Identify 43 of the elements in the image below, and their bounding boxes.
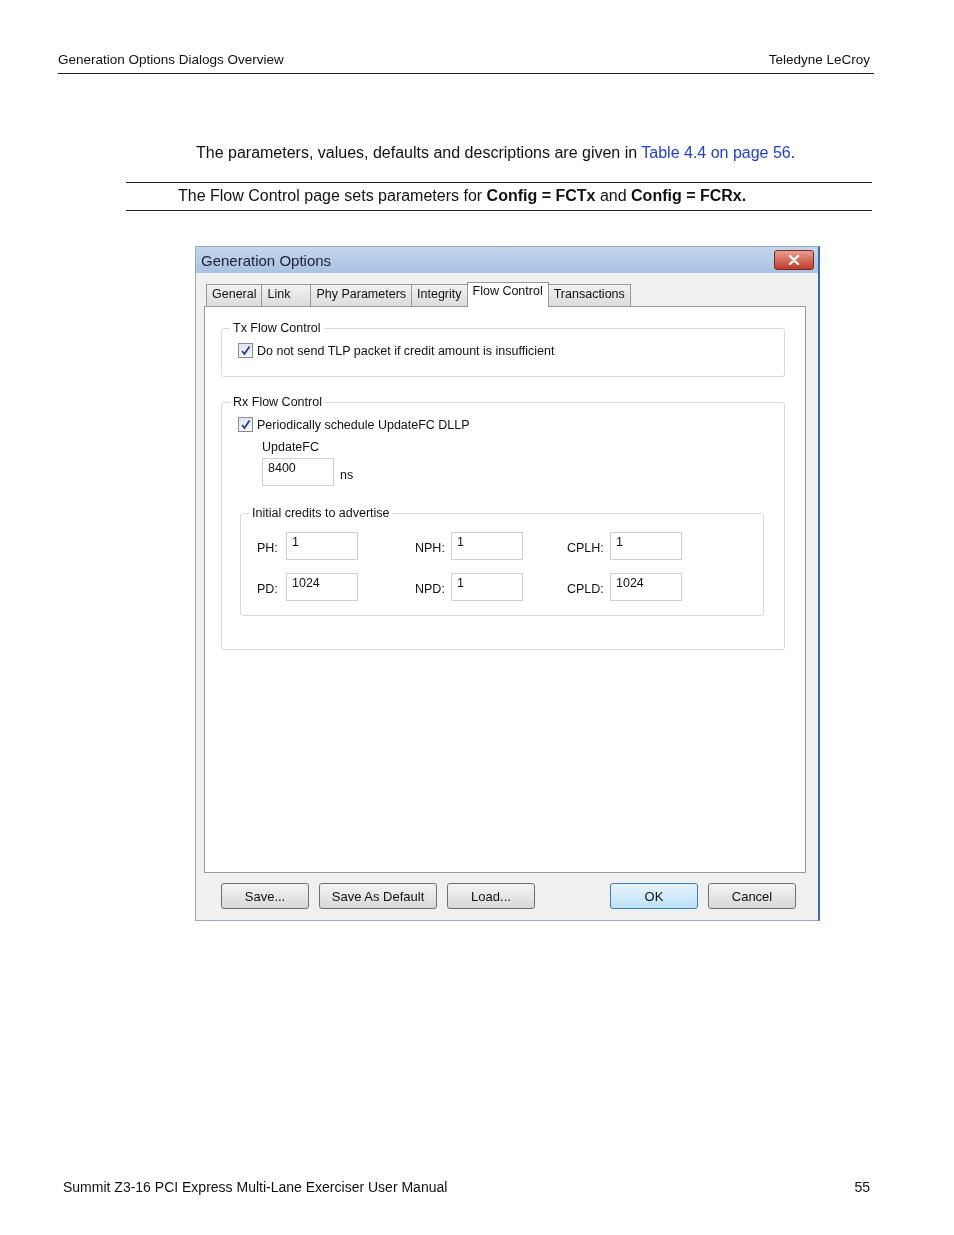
- header-title: Generation Options Dialogs Overview: [58, 52, 284, 67]
- intro-sentence: The parameters, values, defaults and descriptions are given in Table 4.4 on page 56.: [196, 144, 797, 162]
- field-label: CPLH:: [567, 540, 602, 555]
- input-field[interactable]: 1: [610, 532, 682, 560]
- field-label: NPD:: [415, 581, 443, 596]
- dialog-button[interactable]: OK: [610, 883, 698, 909]
- group-title: Tx Flow Control: [232, 321, 322, 335]
- dialog-button[interactable]: Save...: [221, 883, 309, 909]
- checkbox-label: Do not send TLP packet if credit amount is insufficient: [257, 343, 555, 358]
- dialog-button[interactable]: Load...: [447, 883, 535, 909]
- note-sentence: The Flow Control page sets parameters for Config = FCTx and Config = FCRx.: [178, 187, 747, 204]
- field-label: PD:: [257, 581, 278, 596]
- footer-title: Summit Z3-16 PCI Express Multi-Lane Exerciser User Manual: [63, 1179, 448, 1195]
- field-label: NPH:: [415, 540, 443, 555]
- input-field[interactable]: 1: [286, 532, 358, 560]
- input-field[interactable]: 1024: [286, 573, 358, 601]
- input-field[interactable]: 1: [451, 532, 523, 560]
- dialog-button[interactable]: Cancel: [708, 883, 796, 909]
- group-title: Rx Flow Control: [232, 395, 323, 409]
- page-number: 55: [854, 1179, 870, 1195]
- tab[interactable]: Link: [261, 284, 312, 306]
- unit-label: ns: [340, 467, 354, 482]
- tab[interactable]: General: [206, 284, 263, 306]
- tab[interactable]: Integrity: [411, 284, 468, 306]
- tab[interactable]: Transactions: [547, 284, 631, 306]
- input-field[interactable]: 1: [451, 573, 523, 601]
- dialog-button[interactable]: Save As Default: [319, 883, 437, 909]
- field-label: CPLD:: [567, 581, 602, 596]
- input-field[interactable]: 8400: [262, 458, 334, 486]
- close-button[interactable]: [774, 250, 814, 270]
- field-label: UpdateFC: [262, 440, 320, 454]
- checkbox-label: Periodically schedule UpdateFC DLLP: [257, 417, 470, 432]
- field-label: PH:: [257, 540, 278, 555]
- input-field[interactable]: 1024: [610, 573, 682, 601]
- group-title: Initial credits to advertise: [251, 506, 391, 520]
- header-company: Teledyne LeCroy: [768, 52, 870, 67]
- window-title: Generation Options: [201, 251, 332, 269]
- tab[interactable]: Phy Parameters: [310, 284, 413, 306]
- checkbox[interactable]: [238, 417, 253, 432]
- checkbox[interactable]: [238, 343, 253, 358]
- close-icon: [788, 255, 800, 265]
- table-link[interactable]: Table 4.4 on page 56: [641, 144, 791, 161]
- tab[interactable]: Flow Control: [466, 282, 549, 307]
